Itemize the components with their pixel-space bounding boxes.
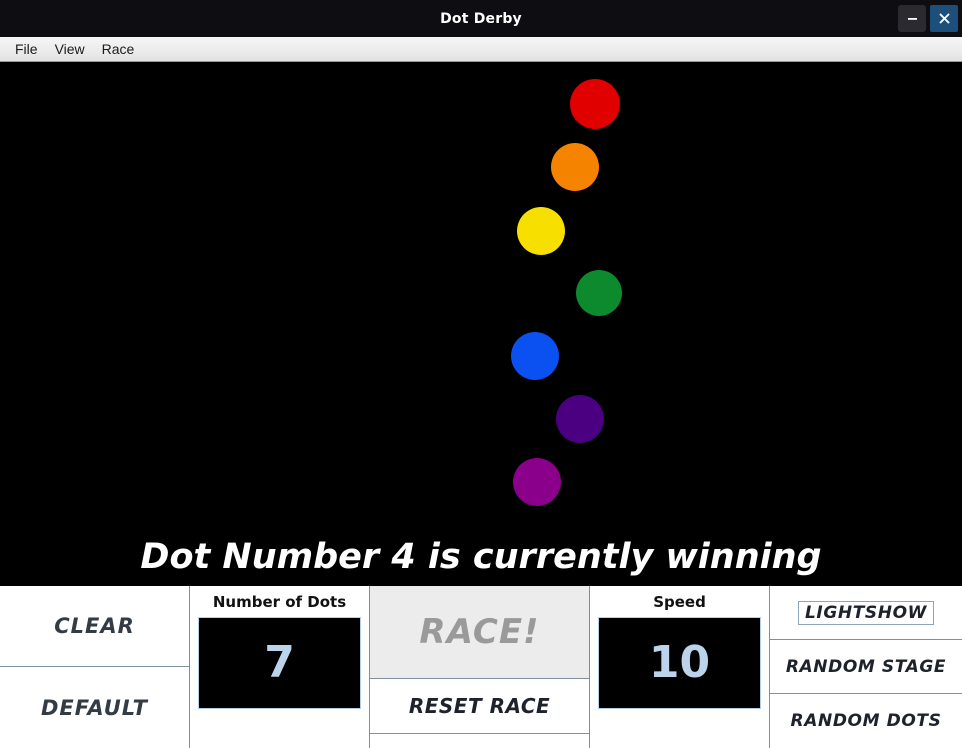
default-button[interactable]: DEFAULT [0, 667, 189, 748]
race-dot-2[interactable] [551, 143, 599, 191]
number-of-dots-value: 7 [264, 637, 295, 688]
speed-panel: Speed 10 [590, 586, 770, 748]
control-panel: CLEAR DEFAULT Number of Dots 7 RACE! RES… [0, 585, 962, 748]
race-dot-6[interactable] [556, 395, 604, 443]
speed-value: 10 [648, 637, 711, 688]
menu-item-file[interactable]: File [8, 39, 45, 59]
random-stage-button[interactable]: RANDOM STAGE [770, 640, 962, 694]
title-bar: Dot Derby [0, 0, 962, 37]
menu-item-race[interactable]: Race [95, 39, 142, 59]
menu-bar: File View Race [0, 37, 962, 62]
menu-item-view[interactable]: View [48, 39, 92, 59]
race-dot-7[interactable] [513, 458, 561, 506]
window-title: Dot Derby [440, 10, 522, 27]
close-button[interactable] [930, 4, 958, 32]
race-button[interactable]: RACE! [370, 586, 589, 679]
close-icon [939, 13, 949, 23]
race-dot-3[interactable] [517, 207, 565, 255]
minimize-icon [907, 17, 917, 20]
random-dots-button[interactable]: RANDOM DOTS [770, 694, 962, 748]
number-of-dots-display[interactable]: 7 [198, 617, 361, 709]
reset-race-button[interactable]: RESET RACE [370, 679, 589, 734]
minimize-button[interactable] [898, 4, 926, 32]
dot-derby-window: Dot Derby File View Race Dot Number 4 is… [0, 0, 962, 748]
right-button-stack: LIGHTSHOW RANDOM STAGE RANDOM DOTS [770, 586, 962, 748]
race-panel: RACE! RESET RACE [370, 586, 590, 748]
speed-label: Speed [653, 592, 706, 611]
race-dot-1[interactable] [570, 79, 620, 129]
window-buttons [898, 3, 958, 33]
race-stage[interactable]: Dot Number 4 is currently winning [0, 62, 962, 585]
number-of-dots-panel: Number of Dots 7 [190, 586, 370, 748]
number-of-dots-label: Number of Dots [212, 592, 347, 611]
race-status-text: Dot Number 4 is currently winning [140, 537, 822, 577]
speed-display[interactable]: 10 [598, 617, 761, 709]
lightshow-button-label: LIGHTSHOW [797, 600, 934, 625]
lightshow-button[interactable]: LIGHTSHOW [770, 586, 962, 640]
left-button-stack: CLEAR DEFAULT [0, 586, 190, 748]
clear-button[interactable]: CLEAR [0, 586, 189, 667]
speed-spacer [598, 709, 761, 740]
race-dot-4[interactable] [576, 270, 622, 316]
number-of-dots-spacer [198, 709, 361, 740]
race-dot-5[interactable] [511, 332, 559, 380]
race-panel-spacer [370, 734, 589, 748]
